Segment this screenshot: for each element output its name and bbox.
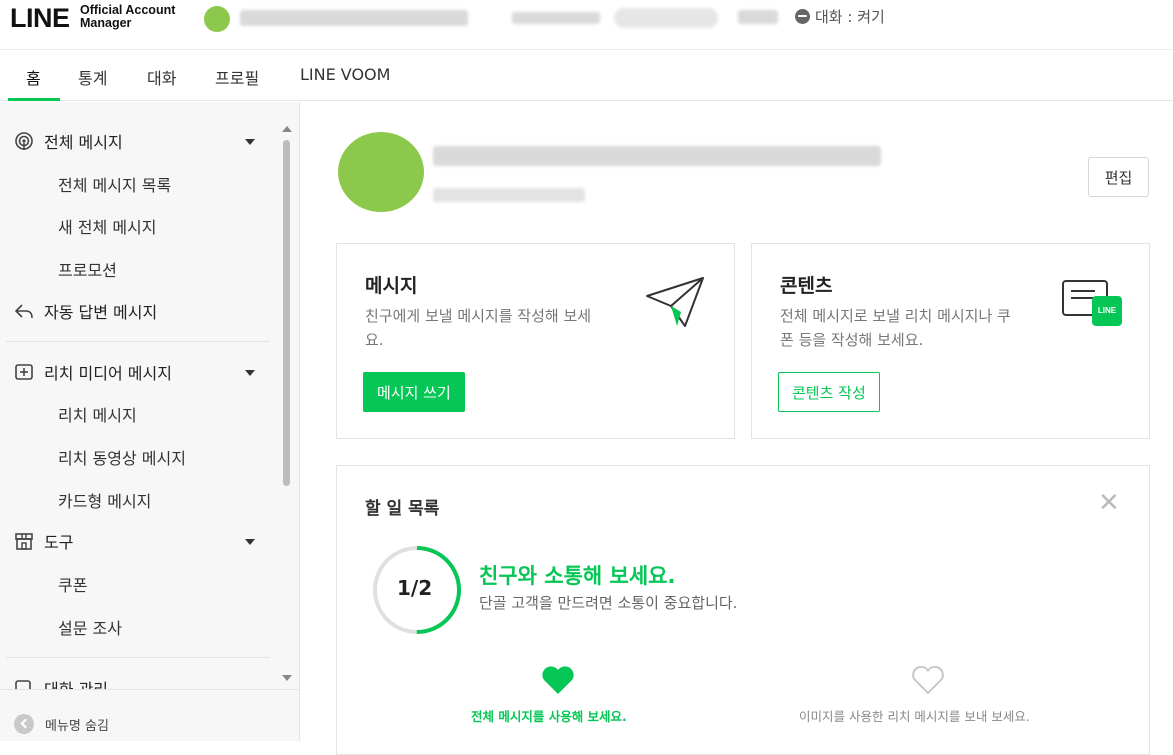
sidebar-group-auto-reply[interactable]: 자동 답변 메시지 [14, 299, 157, 323]
account-id-redacted [512, 12, 600, 24]
account-badge-redacted [614, 8, 718, 28]
line-logo[interactable]: LINE [10, 3, 70, 34]
profile-avatar[interactable] [338, 132, 424, 212]
paper-plane-icon [646, 277, 704, 327]
reply-icon [14, 304, 33, 319]
scroll-down-arrow[interactable] [282, 675, 292, 681]
content-card-desc-line2: 폰 등을 작성해 보세요. [780, 331, 924, 349]
hide-menu-label[interactable]: 메뉴명 숨김 [45, 715, 109, 734]
tab-line-voom[interactable]: LINE VOOM [300, 65, 390, 84]
sidebar-item-rich-video[interactable]: 리치 동영상 메시지 [58, 445, 186, 469]
collapse-menu-icon[interactable] [14, 714, 34, 734]
message-card-desc-line1: 친구에게 보낼 메시지를 작성해 보세 [365, 307, 592, 325]
message-card-title: 메시지 [365, 275, 418, 297]
create-content-button[interactable]: 콘텐츠 작성 [778, 372, 880, 412]
todo-title: 할 일 목록 [365, 499, 440, 519]
message-card-description: 친구에게 보낼 메시지를 작성해 보세 요. [365, 304, 591, 352]
sidebar-divider [6, 657, 270, 658]
sidebar-item-promotion[interactable]: 프로모션 [58, 257, 117, 281]
sidebar-group-label: 자동 답변 메시지 [44, 303, 158, 322]
chat-status-label: 대화 : 켜기 [815, 8, 885, 26]
sidebar-group-tools[interactable]: 도구 [14, 529, 73, 553]
sidebar-item-new-broadcast[interactable]: 새 전체 메시지 [58, 214, 157, 238]
close-icon[interactable]: ✕ [1098, 490, 1120, 516]
sidebar-group-label: 도구 [44, 533, 74, 552]
broadcast-icon [15, 132, 33, 150]
content-card: 콘텐츠 전체 메시지로 보낼 리치 메시지나 쿠 폰 등을 작성해 보세요. L… [751, 243, 1150, 439]
sidebar-item-rich-message[interactable]: 리치 메시지 [58, 402, 137, 426]
tab-chat[interactable]: 대화 [147, 65, 176, 89]
sidebar-group-broadcast[interactable]: 전체 메시지 [14, 129, 123, 153]
store-icon [15, 533, 33, 550]
progress-label: 1/2 [397, 576, 433, 600]
message-card: 메시지 친구에게 보낼 메시지를 작성해 보세 요. 메시지 쓰기 [336, 243, 735, 439]
logo-subtitle-line2: Manager [80, 16, 132, 30]
message-card-desc-line2: 요. [365, 331, 384, 349]
sidebar-footer: 메뉴명 숨김 [0, 689, 299, 741]
active-tab-indicator [8, 98, 60, 101]
sidebar-item-broadcast-list[interactable]: 전체 메시지 목록 [58, 172, 171, 196]
account-name-redacted [433, 146, 881, 166]
sidebar-divider [6, 341, 270, 342]
tab-home[interactable]: 홈 [26, 65, 41, 89]
chevron-down-icon[interactable] [245, 539, 255, 545]
edit-button[interactable]: 편집 [1088, 157, 1149, 197]
sidebar-item-survey[interactable]: 설문 조사 [58, 615, 122, 639]
sidebar: 전체 메시지 전체 메시지 목록 새 전체 메시지 프로모션 자동 답변 메시지… [0, 102, 300, 741]
sidebar-group-rich-media[interactable]: 리치 미디어 메시지 [14, 360, 172, 384]
chat-bubble-icon [795, 9, 810, 24]
todo-heading: 친구와 소통해 보세요. [479, 564, 676, 588]
content-card-title: 콘텐츠 [780, 275, 833, 297]
heart-outline-icon [912, 665, 944, 695]
account-name-redacted[interactable] [240, 10, 468, 26]
tab-stats[interactable]: 통계 [78, 65, 107, 89]
task-broadcast[interactable]: 전체 메시지를 사용해 보세요. [471, 706, 627, 725]
sidebar-item-card-message[interactable]: 카드형 메시지 [58, 488, 151, 512]
line-badge: LINE [1092, 296, 1122, 326]
scroll-up-arrow[interactable] [282, 126, 292, 132]
add-box-icon [15, 364, 33, 380]
account-id-redacted [433, 188, 585, 202]
sidebar-group-label: 리치 미디어 메시지 [44, 364, 172, 383]
main-content: 편집 메시지 친구에게 보낼 메시지를 작성해 보세 요. 메시지 쓰기 콘텐츠… [301, 102, 1173, 755]
content-card-desc-line1: 전체 메시지로 보낼 리치 메시지나 쿠 [780, 307, 1011, 325]
sidebar-scrollbar-thumb[interactable] [283, 140, 290, 486]
member-count-redacted [738, 10, 778, 24]
todo-card: 할 일 목록 ✕ 1/2 친구와 소통해 보세요. 단골 고객을 만드려면 소통… [336, 465, 1150, 755]
chevron-down-icon[interactable] [245, 139, 255, 145]
sidebar-item-coupon[interactable]: 쿠폰 [58, 572, 87, 596]
main-tabs: 홈 통계 대화 프로필 LINE VOOM [0, 51, 1173, 101]
account-avatar[interactable] [204, 6, 230, 32]
tab-profile[interactable]: 프로필 [215, 65, 259, 89]
content-chat-icon: LINE [1062, 280, 1122, 330]
todo-subtitle: 단골 고객을 만드려면 소통이 중요합니다. [479, 594, 738, 612]
content-card-description: 전체 메시지로 보낼 리치 메시지나 쿠 폰 등을 작성해 보세요. [780, 304, 1011, 352]
sidebar-group-label: 전체 메시지 [44, 133, 123, 152]
top-bar: LINE Official Account Manager 대화 : 켜기 [0, 0, 1173, 50]
heart-filled-icon [542, 666, 574, 694]
task-rich-message[interactable]: 이미지를 사용한 리치 메시지를 보내 보세요. [799, 706, 1030, 725]
chat-status[interactable]: 대화 : 켜기 [795, 6, 885, 27]
logo-subtitle: Official Account Manager [80, 4, 175, 30]
write-message-button[interactable]: 메시지 쓰기 [363, 372, 465, 412]
chevron-down-icon[interactable] [245, 370, 255, 376]
